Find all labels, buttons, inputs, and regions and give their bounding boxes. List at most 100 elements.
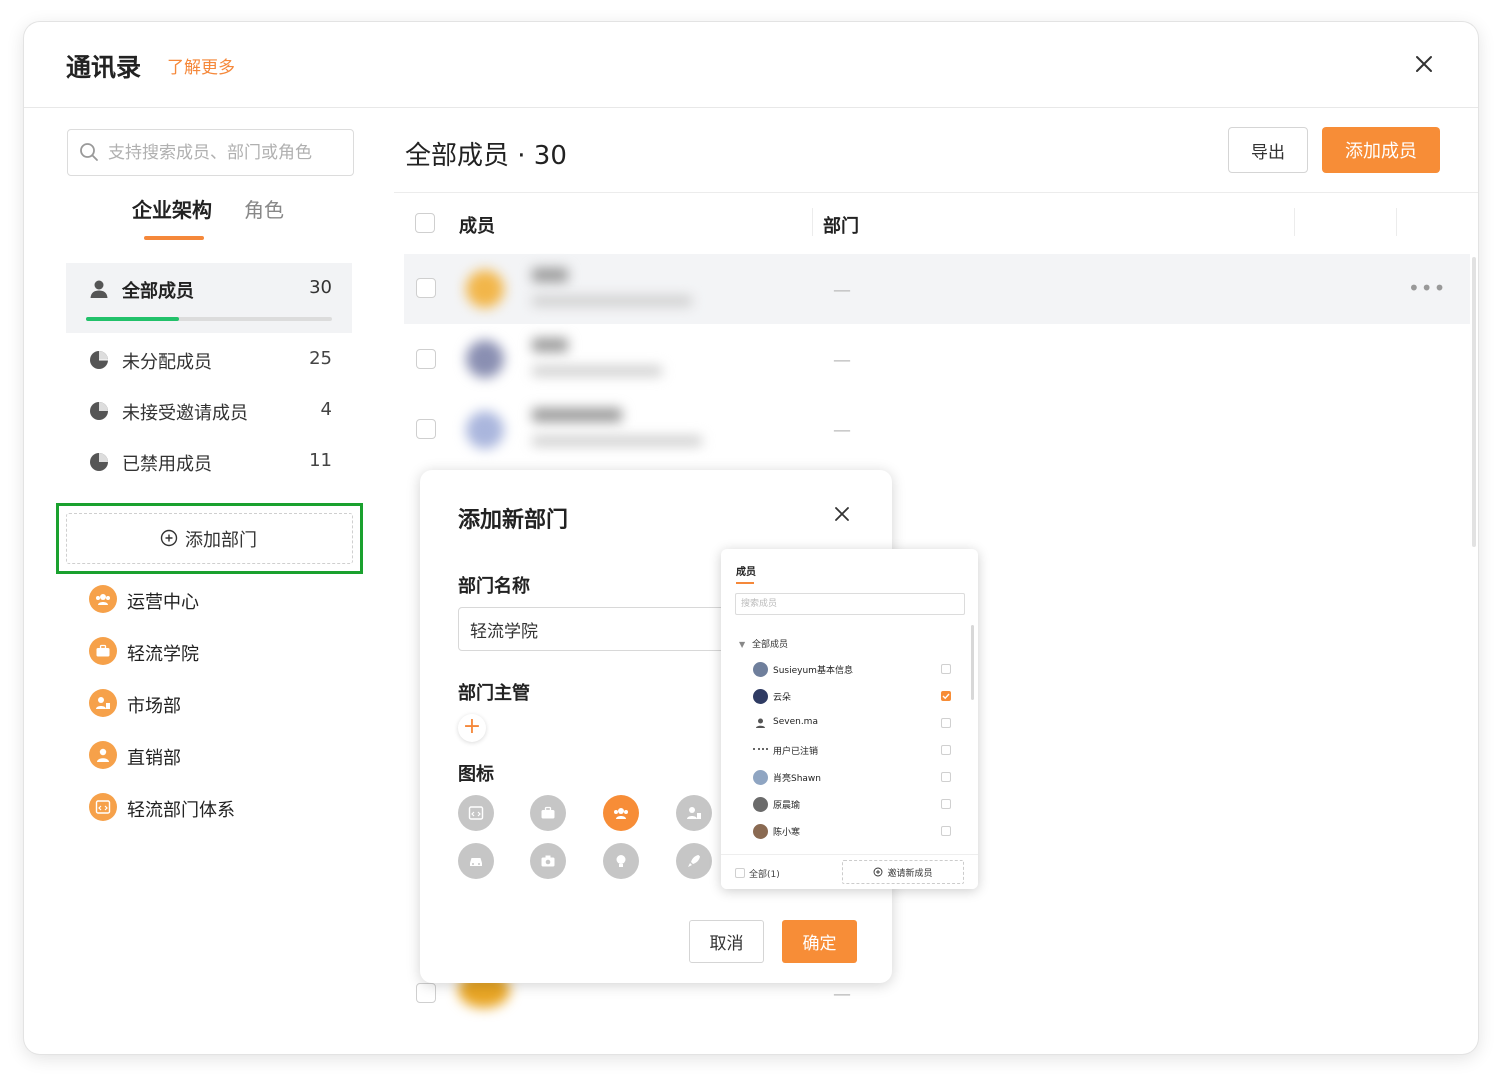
- sidebar-item-count: 11: [309, 450, 332, 471]
- tab-roles[interactable]: 角色: [244, 194, 284, 223]
- plus-circle-icon: [874, 867, 883, 877]
- confirm-button[interactable]: 确定: [782, 920, 857, 963]
- picker-member-checkbox[interactable]: [941, 691, 951, 701]
- picker-member-checkbox[interactable]: [941, 799, 951, 809]
- add-manager-button[interactable]: +: [458, 714, 486, 742]
- department-value: —: [833, 984, 851, 1005]
- close-icon[interactable]: [1412, 52, 1436, 76]
- avatar: [753, 770, 768, 785]
- row-checkbox[interactable]: [416, 419, 436, 439]
- member-name-blurred: [532, 268, 568, 282]
- row-checkbox[interactable]: [416, 278, 436, 298]
- pie-chart-icon: [90, 453, 108, 471]
- picker-member-checkbox[interactable]: [941, 826, 951, 836]
- picker-member-checkbox[interactable]: [941, 718, 951, 728]
- sidebar-item-pending-invites[interactable]: 未接受邀请成员 4: [66, 391, 352, 431]
- picker-member-item[interactable]: Susieyum基本信息: [753, 659, 963, 679]
- caret-down-icon: ▼: [739, 640, 746, 649]
- sidebar-tabs: 企业架构 角色: [67, 194, 354, 242]
- sidebar-item-dept[interactable]: 轻流学院: [89, 632, 349, 672]
- dept-label: 轻流学院: [127, 644, 199, 665]
- table-row-hover: [404, 254, 1470, 324]
- column-header-member: 成员: [459, 216, 495, 237]
- more-actions-icon[interactable]: •••: [1408, 276, 1446, 300]
- picker-footer: 全部(1) 邀请新成员: [721, 854, 978, 889]
- member-progress-fill: [86, 317, 180, 321]
- avatar: [753, 716, 768, 731]
- dept-label: 运营中心: [127, 592, 199, 613]
- row-checkbox[interactable]: [416, 983, 436, 1003]
- picker-member-item[interactable]: Seven.ma: [753, 713, 963, 733]
- sidebar-item-dept[interactable]: 运营中心: [89, 580, 349, 620]
- user-chart-icon[interactable]: [676, 795, 712, 831]
- member-progress-bar: [86, 317, 332, 321]
- code-window-icon[interactable]: [458, 795, 494, 831]
- sidebar-item-unassigned[interactable]: 未分配成员 25: [66, 340, 352, 380]
- column-separator: [1396, 208, 1397, 236]
- sidebar-item-count: 4: [320, 399, 332, 420]
- rocket-icon[interactable]: [676, 843, 712, 879]
- sidebar-search: [67, 129, 354, 176]
- picker-member-checkbox[interactable]: [941, 664, 951, 674]
- cancel-button[interactable]: 取消: [689, 920, 764, 963]
- picker-member-checkbox[interactable]: [941, 745, 951, 755]
- sidebar-item-all-members[interactable]: 全部成员 30: [66, 263, 352, 333]
- user-icon: [89, 741, 117, 769]
- picker-member-name: 用户已注销: [773, 747, 819, 757]
- department-manager-label: 部门主管: [458, 683, 530, 704]
- sidebar-item-label: 全部成员: [122, 281, 194, 302]
- sidebar-item-dept[interactable]: 直销部: [89, 736, 349, 776]
- sidebar-item-dept[interactable]: 轻流部门体系: [89, 788, 349, 828]
- member-name-blurred: [532, 338, 568, 352]
- picker-member-item[interactable]: 云朵: [753, 686, 963, 706]
- picker-member-item[interactable]: 用户已注销: [753, 740, 963, 760]
- pie-chart-icon: [90, 402, 108, 420]
- member-picker-popup: 成员 ▼ 全部成员 Susieyum基本信息 云朵 Seven.ma: [721, 549, 978, 889]
- row-checkbox[interactable]: [416, 349, 436, 369]
- picker-tab-members[interactable]: 成员: [736, 563, 756, 578]
- camera-icon[interactable]: [530, 843, 566, 879]
- tab-org-structure[interactable]: 企业架构: [132, 194, 212, 223]
- picker-search-input[interactable]: [735, 593, 965, 615]
- picker-member-item[interactable]: 肖亮Shawn: [753, 767, 963, 787]
- briefcase-icon: [89, 637, 117, 665]
- picker-member-name: Susieyum基本信息: [773, 666, 853, 676]
- department-value: —: [833, 280, 851, 301]
- picker-member-name: 云朵: [773, 693, 792, 703]
- close-icon[interactable]: [832, 504, 852, 524]
- department-value: —: [833, 420, 851, 441]
- invite-new-member-button[interactable]: 邀请新成员: [842, 860, 964, 884]
- member-subtext-blurred: [532, 436, 702, 446]
- picker-group-all-members[interactable]: ▼ 全部成员: [739, 637, 788, 650]
- search-input[interactable]: [108, 138, 343, 168]
- sidebar-item-label: 未分配成员: [122, 352, 212, 373]
- active-tab-indicator: [144, 236, 204, 240]
- department-name-input[interactable]: [458, 607, 758, 651]
- picker-member-checkbox[interactable]: [941, 772, 951, 782]
- select-all-checkbox[interactable]: [415, 213, 435, 233]
- bulb-icon[interactable]: [603, 843, 639, 879]
- avatar: [466, 270, 504, 308]
- window-title: 通讯录: [66, 53, 142, 82]
- avatar: [466, 411, 504, 449]
- code-window-icon: [89, 793, 117, 821]
- pie-chart-icon: [90, 351, 108, 369]
- picker-member-item[interactable]: 原晨瑜: [753, 794, 963, 814]
- briefcase-icon[interactable]: [530, 795, 566, 831]
- add-department-button[interactable]: 添加部门: [66, 513, 353, 564]
- learn-more-link[interactable]: 了解更多: [167, 53, 235, 78]
- column-separator: [812, 208, 813, 236]
- car-icon[interactable]: [458, 843, 494, 879]
- plus-circle-icon: [160, 529, 178, 547]
- add-member-button[interactable]: 添加成员: [1322, 127, 1440, 173]
- avatar: [753, 748, 768, 752]
- picker-scrollbar[interactable]: [971, 625, 974, 700]
- sidebar-item-dept[interactable]: 市场部: [89, 684, 349, 724]
- table-scrollbar[interactable]: [1472, 257, 1476, 547]
- sidebar-item-disabled[interactable]: 已禁用成员 11: [66, 442, 352, 482]
- group-icon[interactable]: [603, 795, 639, 831]
- picker-select-all-checkbox[interactable]: [735, 868, 745, 878]
- export-button[interactable]: 导出: [1228, 127, 1308, 173]
- column-separator: [1294, 208, 1295, 236]
- picker-member-item[interactable]: 陈小寒: [753, 821, 963, 841]
